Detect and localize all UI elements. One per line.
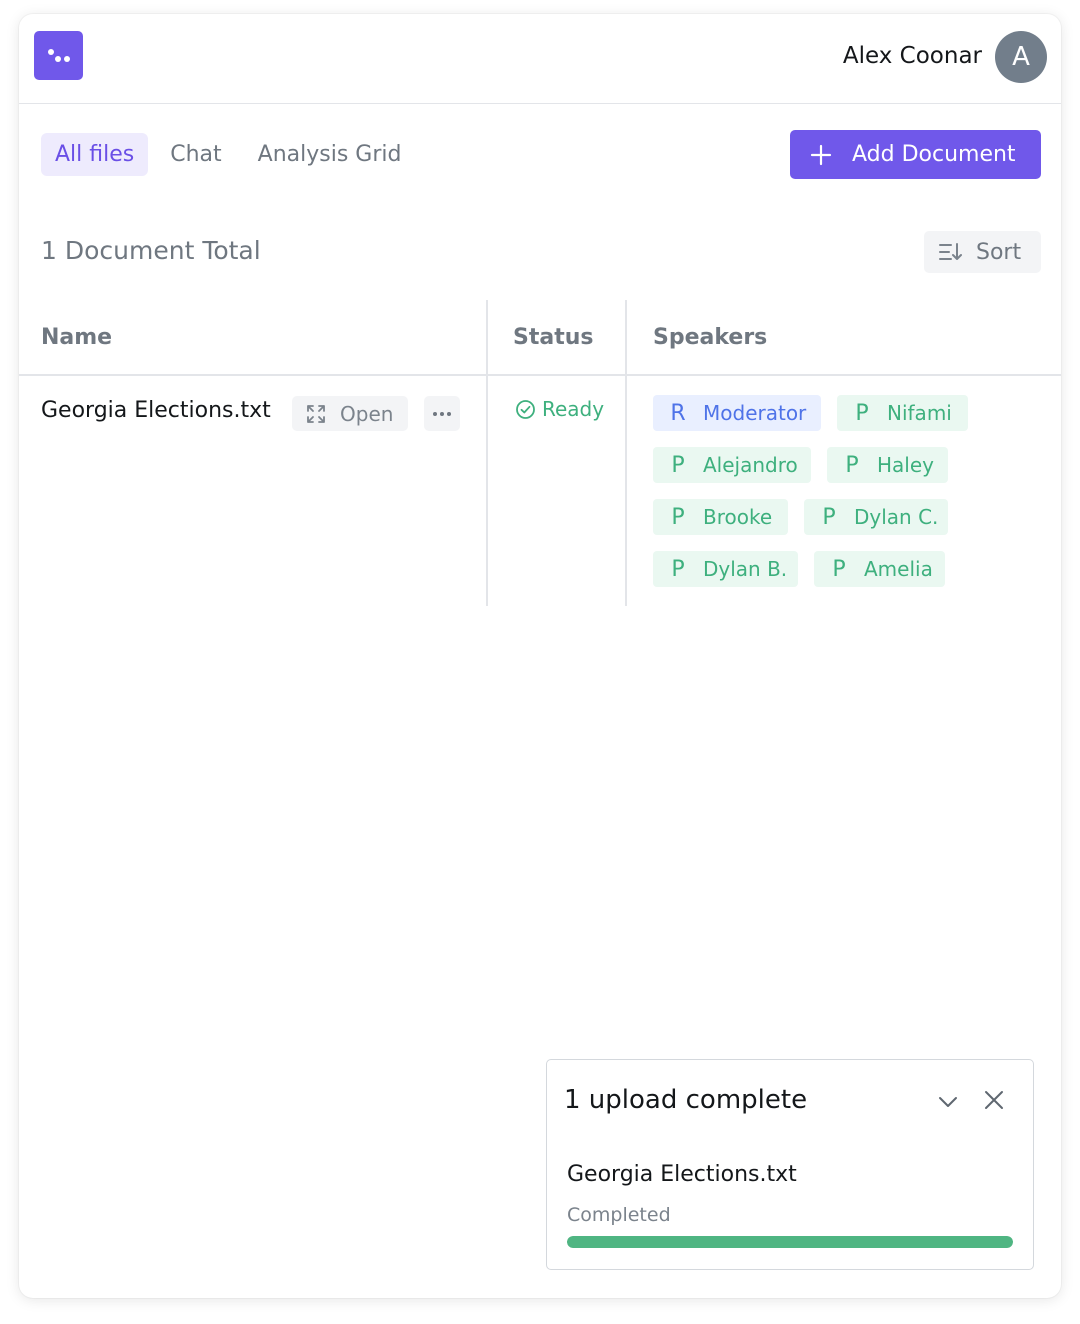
speaker-name: Nifami	[887, 401, 952, 425]
check-circle-icon	[516, 399, 535, 419]
tab-chat[interactable]: Chat	[156, 133, 235, 176]
column-header-speakers[interactable]: Speakers	[653, 300, 767, 374]
user-name: Alex Coonar	[842, 43, 982, 69]
open-button[interactable]: Open	[292, 396, 408, 431]
column-divider	[625, 300, 627, 606]
close-icon[interactable]	[982, 1088, 1006, 1112]
speaker-chip-nifami[interactable]: P Nifami	[837, 395, 968, 431]
column-header-name[interactable]: Name	[41, 300, 112, 374]
upload-toast-title: 1 upload complete	[564, 1085, 808, 1115]
speaker-chip-haley[interactable]: P Haley	[827, 447, 948, 483]
speaker-role-tag: P	[671, 452, 685, 478]
speaker-name: Dylan B.	[703, 557, 788, 581]
add-document-button[interactable]: Add Document	[790, 130, 1041, 179]
speaker-role-tag: P	[845, 452, 859, 478]
speaker-name: Haley	[877, 453, 934, 477]
speaker-role-tag: R	[670, 400, 686, 426]
speaker-role-tag: P	[822, 504, 836, 530]
logo-icon[interactable]	[34, 31, 83, 80]
document-total: 1 Document Total	[41, 236, 261, 265]
sort-button[interactable]: Sort	[924, 231, 1041, 273]
avatar[interactable]: A	[995, 31, 1047, 83]
column-header-status[interactable]: Status	[513, 300, 593, 374]
sort-icon	[924, 242, 976, 262]
speaker-role-tag: P	[671, 504, 685, 530]
chevron-down-icon[interactable]	[936, 1090, 960, 1114]
header-divider	[19, 374, 1061, 376]
upload-progress-bar	[567, 1236, 1013, 1248]
speaker-role-tag: P	[832, 556, 846, 582]
speaker-name: Amelia	[864, 557, 933, 581]
status-label: Ready	[542, 397, 605, 421]
status-badge: Ready	[515, 397, 604, 421]
tab-analysis-grid[interactable]: Analysis Grid	[244, 133, 416, 176]
speaker-role-tag: P	[855, 400, 869, 426]
speaker-chip-brooke[interactable]: P Brooke	[653, 499, 788, 535]
top-bar: Alex Coonar A	[19, 14, 1061, 104]
file-name[interactable]: Georgia Elections.txt	[41, 398, 271, 423]
more-icon	[433, 411, 451, 416]
speaker-chip-moderator[interactable]: R Moderator	[653, 395, 821, 431]
column-divider	[486, 300, 488, 606]
upload-file-name: Georgia Elections.txt	[567, 1162, 797, 1187]
more-options-button[interactable]	[424, 396, 460, 431]
sort-label: Sort	[976, 239, 1022, 265]
open-label: Open	[340, 401, 394, 426]
speaker-chip-alejandro[interactable]: P Alejandro	[653, 447, 811, 483]
upload-progress-fill	[567, 1236, 1013, 1248]
speaker-chip-dylan-c[interactable]: P Dylan C.	[804, 499, 948, 535]
upload-status: Completed	[567, 1204, 671, 1226]
speaker-chip-dylan-b[interactable]: P Dylan B.	[653, 551, 798, 587]
upload-toast: 1 upload complete Georgia Elections.txt …	[546, 1059, 1034, 1270]
speaker-name: Brooke	[703, 505, 773, 529]
expand-icon	[292, 404, 340, 424]
speaker-name: Dylan C.	[854, 505, 939, 529]
add-document-label: Add Document	[852, 142, 1016, 167]
view-tabs: All files Chat Analysis Grid	[41, 133, 415, 176]
speaker-name: Moderator	[703, 401, 807, 425]
speaker-role-tag: P	[671, 556, 685, 582]
tab-all-files[interactable]: All files	[41, 133, 149, 176]
plus-icon	[790, 144, 852, 166]
app-window: Alex Coonar A All files Chat Analysis Gr…	[19, 14, 1061, 1298]
speaker-name: Alejandro	[703, 453, 798, 477]
speaker-chip-amelia[interactable]: P Amelia	[814, 551, 945, 587]
